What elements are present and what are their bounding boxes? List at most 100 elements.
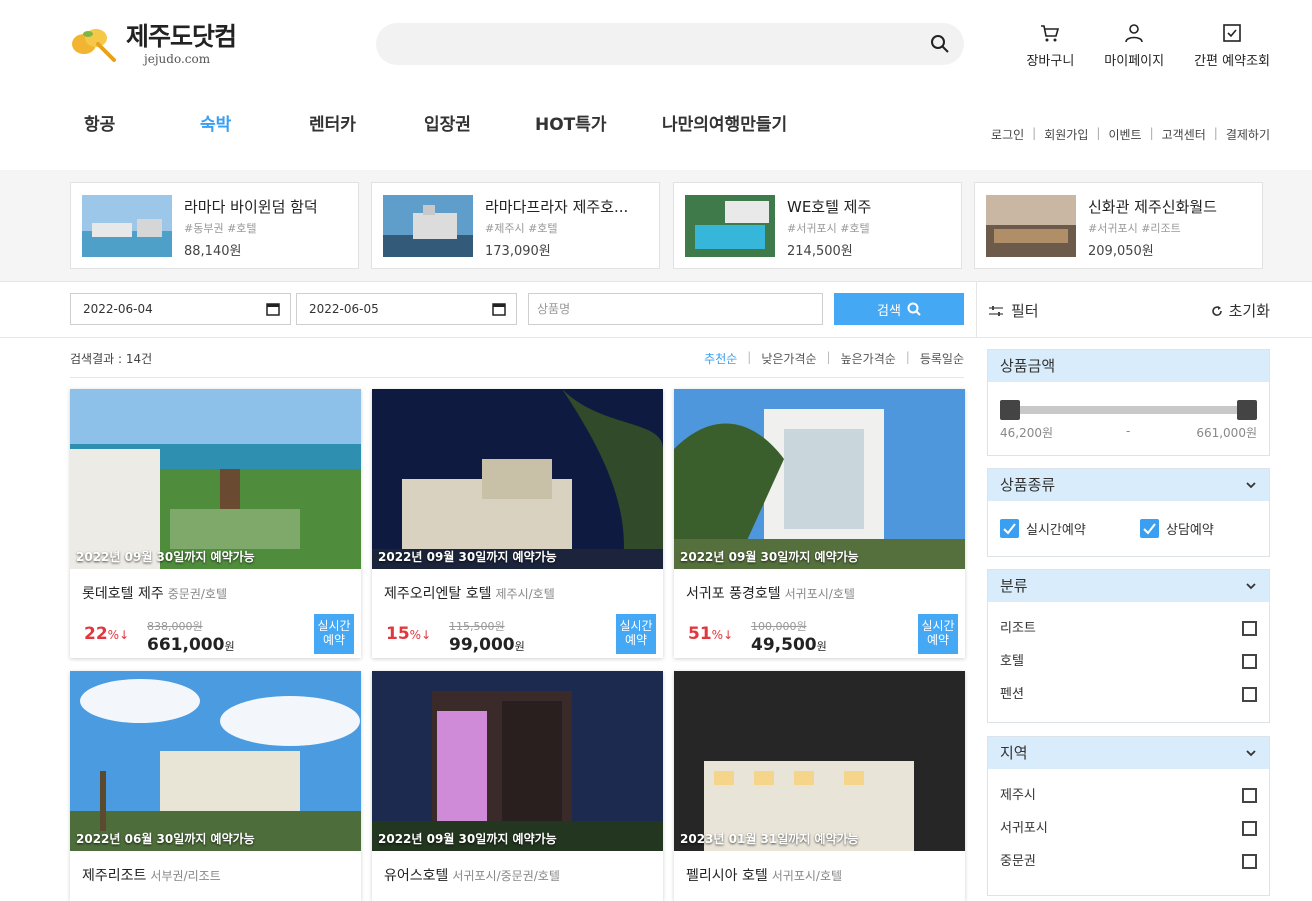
consult-checkbox[interactable]: 상담예약 <box>1140 519 1214 538</box>
realtime-checkbox[interactable]: 실시간예약 <box>1000 519 1086 538</box>
product-title: 서귀포 풍경호텔 서귀포시/호텔 <box>686 583 855 603</box>
realtime-booking-label: 실시간 예약 <box>317 619 351 647</box>
consult-checkbox-label: 상담예약 <box>1166 523 1214 538</box>
product-title: 제주오리엔탈 호텔 제주시/호텔 <box>384 583 555 603</box>
nav-ticket[interactable]: 입장권 <box>424 110 471 135</box>
nav-my-trip[interactable]: 나만의여행만들기 <box>662 110 787 135</box>
sale-price-value: 99,000 <box>449 635 515 655</box>
nav-stay[interactable]: 숙박 <box>200 110 231 135</box>
mypage-link[interactable]: 마이페이지 <box>1104 22 1164 69</box>
price-range-slider[interactable]: 46,200원 - 661,000원 <box>988 382 1269 457</box>
calendar-icon[interactable] <box>492 302 506 316</box>
checkin-date-input[interactable]: 2022-06-04 <box>70 293 291 325</box>
sort-low-price[interactable]: 낮은가격순 <box>761 350 816 367</box>
nav-rentcar[interactable]: 렌터카 <box>309 110 356 135</box>
product-name: 롯데호텔 제주 <box>82 586 164 602</box>
product-name-input[interactable]: 상품명 <box>528 293 823 325</box>
availability-text: 2022년 09월 30일까지 예약가능 <box>378 550 557 564</box>
featured-name: 라마다 바이윈덤 함덕 <box>184 198 318 216</box>
featured-strip: 라마다 바이윈덤 함덕 #동부권 #호텔 88,140원 라마다프라자 제주호.… <box>0 170 1312 282</box>
reservation-lookup-link[interactable]: 간편 예약조회 <box>1194 22 1270 69</box>
reset-label: 초기화 <box>1228 302 1270 320</box>
region-filter-header[interactable]: 지역 <box>988 737 1269 769</box>
category-option[interactable]: 호텔 <box>988 645 1269 678</box>
realtime-booking-badge[interactable]: 실시간 예약 <box>918 614 958 654</box>
checkbox[interactable] <box>1242 788 1257 803</box>
search-button[interactable]: 검색 <box>834 293 964 325</box>
checkbox[interactable] <box>1242 854 1257 869</box>
sort-high-price[interactable]: 높은가격순 <box>841 350 896 367</box>
availability-text: 2022년 09월 30일까지 예약가능 <box>378 832 557 846</box>
filter-toggle[interactable]: 필터 <box>989 300 1039 321</box>
product-image: 2022년 09월 30일까지 예약가능 <box>70 389 361 569</box>
discount-unit: %↓ <box>107 628 130 642</box>
featured-image <box>383 195 473 257</box>
featured-card[interactable]: WE호텔 제주 #서귀포시 #호텔 214,500원 <box>673 182 962 269</box>
logo[interactable]: 제주도닷컴 jejudo.com <box>70 22 237 66</box>
filter-header: 필터 초기화 <box>976 282 1312 338</box>
product-name: 제주오리엔탈 호텔 <box>384 586 492 602</box>
checkbox[interactable] <box>1242 621 1257 636</box>
checkout-date-input[interactable]: 2022-06-05 <box>296 293 517 325</box>
type-filter-header[interactable]: 상품종류 <box>988 469 1269 501</box>
product-image: 2022년 06월 30일까지 예약가능 <box>70 671 361 851</box>
region-option[interactable]: 중문권 <box>988 845 1269 878</box>
reset-button[interactable]: 초기화 <box>1211 300 1270 321</box>
featured-card[interactable]: 라마다프라자 제주호... #제주시 #호텔 173,090원 <box>371 182 660 269</box>
search-row: 2022-06-04 2022-06-05 상품명 검색 필터 초기화 <box>0 282 1312 338</box>
price-unit: 원 <box>224 640 235 653</box>
product-title: 펠리시아 호텔 서귀포시/호텔 <box>686 865 842 885</box>
region-option[interactable]: 제주시 <box>988 779 1269 812</box>
product-card[interactable]: 2022년 09월 30일까지 예약가능 제주오리엔탈 호텔 제주시/호텔 15%… <box>372 389 663 658</box>
sale-price-value: 661,000 <box>147 635 225 655</box>
cart-label: 장바구니 <box>1026 54 1075 69</box>
chevron-down-icon[interactable] <box>1245 479 1257 491</box>
signup-link[interactable]: 회원가입 <box>1044 126 1088 143</box>
chevron-down-icon[interactable] <box>1245 580 1257 592</box>
slider-max-handle[interactable] <box>1237 400 1257 420</box>
checkbox[interactable] <box>1242 821 1257 836</box>
featured-card[interactable]: 라마다 바이윈덤 함덕 #동부권 #호텔 88,140원 <box>70 182 359 269</box>
product-card[interactable]: 2022년 09월 30일까지 예약가능 서귀포 풍경호텔 서귀포시/호텔 51%… <box>674 389 965 658</box>
global-search-input[interactable] <box>376 23 964 65</box>
sale-price: 49,500원 <box>751 635 827 655</box>
product-card[interactable]: 2022년 09월 30일까지 예약가능 롯데호텔 제주 중문권/호텔 22%↓ … <box>70 389 361 658</box>
nav-hot-deal[interactable]: HOT특가 <box>535 110 607 135</box>
discount-value: 22 <box>84 624 108 644</box>
product-card[interactable]: 2023년 01월 31일까지 예약가능 펠리시아 호텔 서귀포시/호텔 <box>674 671 965 901</box>
featured-image <box>685 195 775 257</box>
original-price: 115,500원 <box>449 620 505 633</box>
region-option[interactable]: 서귀포시 <box>988 812 1269 845</box>
customer-center-link[interactable]: 고객센터 <box>1162 126 1206 143</box>
event-link[interactable]: 이벤트 <box>1108 126 1141 143</box>
featured-name: 신화관 제주신화월드 <box>1088 198 1217 216</box>
category-filter-header[interactable]: 분류 <box>988 570 1269 602</box>
sort-newest[interactable]: 등록일순 <box>920 350 964 367</box>
realtime-booking-badge[interactable]: 실시간 예약 <box>616 614 656 654</box>
realtime-booking-badge[interactable]: 실시간 예약 <box>314 614 354 654</box>
nav-flight[interactable]: 항공 <box>84 110 115 135</box>
chevron-down-icon[interactable] <box>1245 747 1257 759</box>
featured-tags: #제주시 #호텔 <box>485 222 558 235</box>
discount-unit: %↓ <box>409 628 432 642</box>
region-filter: 지역 제주시 서귀포시 중문권 <box>987 736 1270 896</box>
product-name: 제주리조트 <box>82 868 147 884</box>
category-option[interactable]: 펜션 <box>988 678 1269 711</box>
sort-recommended[interactable]: 추천순 <box>704 350 737 367</box>
slider-min-handle[interactable] <box>1000 400 1020 420</box>
checkbox[interactable] <box>1242 687 1257 702</box>
product-location: 중문권/호텔 <box>167 587 227 601</box>
result-count: 검색결과 : 14건 <box>70 352 153 366</box>
login-link[interactable]: 로그인 <box>991 126 1024 143</box>
payment-link[interactable]: 결제하기 <box>1226 126 1270 143</box>
divider: | <box>1149 126 1154 140</box>
calendar-icon[interactable] <box>266 302 280 316</box>
product-card[interactable]: 2022년 09월 30일까지 예약가능 유어스호텔 서귀포시/중문권/호텔 <box>372 671 663 901</box>
product-card[interactable]: 2022년 06월 30일까지 예약가능 제주리조트 서부권/리조트 <box>70 671 361 901</box>
category-option[interactable]: 리조트 <box>988 612 1269 645</box>
featured-card[interactable]: 신화관 제주신화월드 #서귀포시 #리조트 209,050원 <box>974 182 1263 269</box>
sale-price: 661,000원 <box>147 635 235 655</box>
checkbox[interactable] <box>1242 654 1257 669</box>
search-icon[interactable] <box>930 34 950 54</box>
cart-link[interactable]: 장바구니 <box>1026 22 1074 69</box>
